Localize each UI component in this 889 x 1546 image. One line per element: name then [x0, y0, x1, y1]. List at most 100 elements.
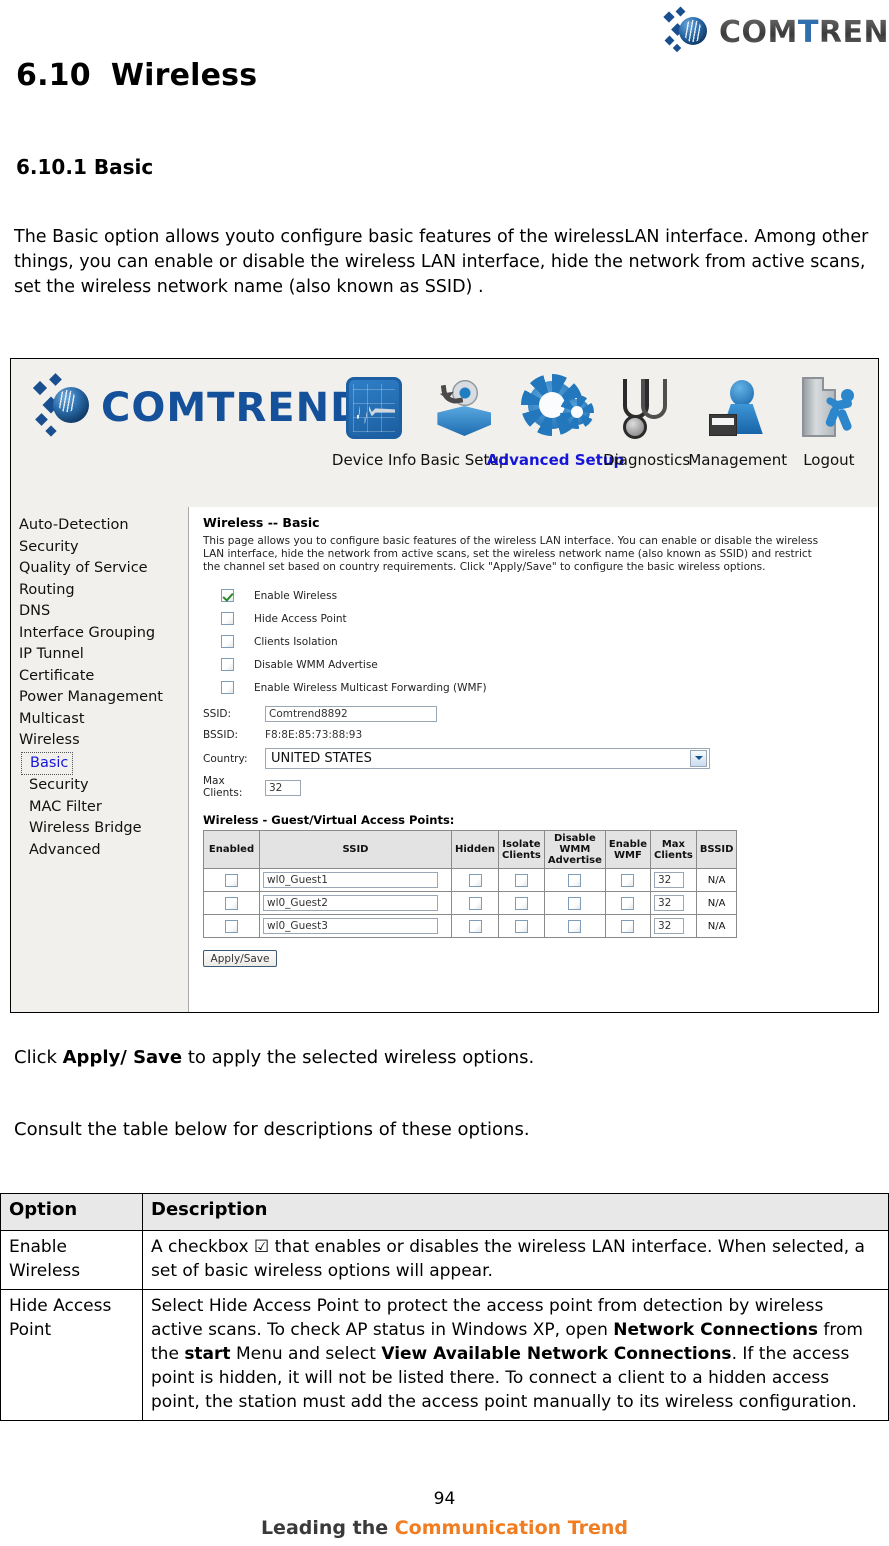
sidebar-item-multicast[interactable]: Multicast	[19, 709, 188, 731]
guest2-disable-wmm-checkbox[interactable]	[568, 896, 582, 910]
max-clients-input[interactable]: 32	[265, 779, 301, 796]
nav-item-diagnostics[interactable]: Diagnostics	[602, 369, 692, 469]
cell-hidden[interactable]	[450, 914, 500, 938]
sidebar-label: IP Tunnel	[19, 646, 84, 662]
cell-ssid: wl0_Guest2	[259, 891, 452, 915]
cell-disable-wmm[interactable]	[543, 868, 606, 892]
th-disable-wmm-advertise: Disable WMM Advertise	[543, 830, 606, 869]
nav-item-advanced-setup[interactable]: Advanced Setup	[487, 369, 624, 469]
guest1-isolate-clients-checkbox[interactable]	[514, 873, 528, 887]
guest3-max-clients-input[interactable]: 32	[653, 918, 684, 934]
cell-enable-wmf[interactable]	[604, 868, 651, 892]
router-wordmark: COMTREND	[101, 385, 365, 431]
guest3-enabled-checkbox[interactable]	[225, 919, 238, 933]
table-row: wl0_Guest1 32 N/A	[203, 868, 738, 892]
cell-enabled[interactable]	[203, 891, 260, 915]
guest3-isolate-clients-checkbox[interactable]	[514, 919, 528, 933]
sidebar-item-dns[interactable]: DNS	[19, 601, 188, 623]
sidebar-item-basic[interactable]: Basic	[21, 751, 74, 775]
checkbox-row-disable-wmm-advertise[interactable]: Disable WMM Advertise	[203, 653, 878, 676]
guest2-hidden-checkbox[interactable]	[468, 896, 482, 910]
cell-isolate[interactable]	[498, 891, 545, 915]
guest1-ssid-input[interactable]: wl0_Guest1	[263, 872, 438, 888]
disable-wmm-advertise-checkbox[interactable]	[221, 658, 234, 671]
guest3-disable-wmm-checkbox[interactable]	[568, 919, 582, 933]
guest2-ssid-input[interactable]: wl0_Guest2	[263, 895, 438, 911]
sidebar-item-interface-grouping[interactable]: Interface Grouping	[19, 623, 188, 645]
section-title: Wireless	[110, 58, 258, 93]
nav-item-logout[interactable]: Logout	[784, 369, 874, 469]
router-top-nav: Device Info Basic Setup Advanced Setup D…	[329, 369, 874, 469]
cell-isolate[interactable]	[498, 868, 545, 892]
sidebar-item-auto-detection[interactable]: Auto-Detection	[19, 515, 188, 537]
sidebar-label: Multicast	[19, 710, 85, 727]
guest2-enabled-checkbox[interactable]	[225, 896, 238, 910]
sidebar-item-ip-tunnel[interactable]: IP Tunnel	[19, 644, 188, 666]
guest1-max-clients-input[interactable]: 32	[653, 872, 684, 888]
field-row-country: Country: UNITED STATES	[203, 748, 878, 769]
guest1-enable-wmf-checkbox[interactable]	[621, 873, 635, 887]
sidebar-label: DNS	[19, 603, 51, 619]
enable-wireless-checkbox[interactable]	[221, 589, 234, 602]
cell-isolate[interactable]	[498, 914, 545, 938]
checkbox-row-enable-wmf[interactable]: Enable Wireless Multicast Forwarding (WM…	[203, 676, 878, 699]
desc-part3: Menu and select	[230, 1344, 382, 1364]
guest2-enable-wmf-checkbox[interactable]	[621, 896, 635, 910]
sidebar-item-mac-filter[interactable]: MAC Filter	[19, 797, 188, 819]
nav-label-device-info: Device Info	[331, 451, 417, 469]
enable-wireless-multicast-forwarding-checkbox[interactable]	[221, 681, 234, 694]
guest3-enable-wmf-checkbox[interactable]	[621, 919, 635, 933]
option-name-enable-wireless: Enable Wireless	[0, 1230, 143, 1290]
cell-max-clients: 32	[649, 868, 697, 892]
click-apply-paragraph: Click Apply/ Save to apply the selected …	[14, 1045, 878, 1070]
footer-lead-text: Leading the	[260, 1517, 395, 1539]
guest2-max-clients-input[interactable]: 32	[653, 895, 684, 911]
clients-isolation-checkbox[interactable]	[221, 635, 234, 648]
apply-save-button[interactable]: Apply/Save	[203, 950, 277, 967]
sidebar-label: Routing	[19, 581, 75, 598]
sidebar-item-routing[interactable]: Routing	[19, 580, 188, 602]
cell-hidden[interactable]	[450, 868, 500, 892]
checkbox-row-hide-access-point[interactable]: Hide Access Point	[203, 607, 878, 630]
guest1-disable-wmm-checkbox[interactable]	[568, 873, 582, 887]
sidebar-label: Power Management	[19, 689, 163, 705]
checkbox-row-clients-isolation[interactable]: Clients Isolation	[203, 630, 878, 653]
cell-enable-wmf[interactable]	[604, 891, 651, 915]
th-enable-wmf: Enable WMF	[604, 830, 651, 869]
cell-disable-wmm[interactable]	[543, 891, 606, 915]
sidebar-label: Security	[29, 777, 89, 793]
cell-enabled[interactable]	[203, 914, 260, 938]
guest1-enabled-checkbox[interactable]	[225, 873, 238, 887]
checkbox-row-enable-wireless[interactable]: Enable Wireless	[203, 584, 878, 607]
cell-enabled[interactable]	[203, 868, 260, 892]
th-ssid: SSID	[259, 830, 452, 869]
guest1-hidden-checkbox[interactable]	[468, 873, 482, 887]
sidebar-item-quality-of-service[interactable]: Quality of Service	[19, 558, 188, 580]
sidebar-item-advanced[interactable]: Advanced	[19, 840, 188, 862]
ssid-input[interactable]: Comtrend8892	[265, 706, 437, 722]
nav-label-logout: Logout	[803, 451, 855, 469]
nav-item-device-info[interactable]: Device Info	[329, 369, 419, 469]
router-ui-header: COMTREND Device Info Basic Setup Advance	[11, 359, 878, 507]
sidebar-item-security[interactable]: Security	[19, 537, 188, 559]
guest3-hidden-checkbox[interactable]	[468, 919, 482, 933]
nav-label-management: Management	[688, 451, 788, 469]
chevron-down-icon[interactable]	[690, 750, 707, 767]
desc-bold-start: start	[184, 1344, 231, 1364]
device-info-icon	[346, 369, 403, 447]
th-max-clients: Max Clients	[649, 830, 697, 869]
nav-item-management[interactable]: Management	[688, 369, 787, 469]
enable-wireless-label: Enable Wireless	[254, 589, 338, 602]
sidebar-item-wireless-bridge[interactable]: Wireless Bridge	[19, 818, 188, 840]
cell-hidden[interactable]	[450, 891, 500, 915]
guest3-ssid-input[interactable]: wl0_Guest3	[263, 918, 438, 934]
hide-access-point-checkbox[interactable]	[221, 612, 234, 625]
sidebar-item-wireless-security[interactable]: Security	[19, 775, 188, 797]
sidebar-item-power-management[interactable]: Power Management	[19, 687, 188, 709]
sidebar-item-wireless[interactable]: Wireless	[19, 730, 188, 752]
guest2-isolate-clients-checkbox[interactable]	[514, 896, 528, 910]
country-select[interactable]: UNITED STATES	[265, 748, 710, 769]
sidebar-item-certificate[interactable]: Certificate	[19, 666, 188, 688]
cell-disable-wmm[interactable]	[543, 914, 606, 938]
cell-enable-wmf[interactable]	[604, 914, 651, 938]
